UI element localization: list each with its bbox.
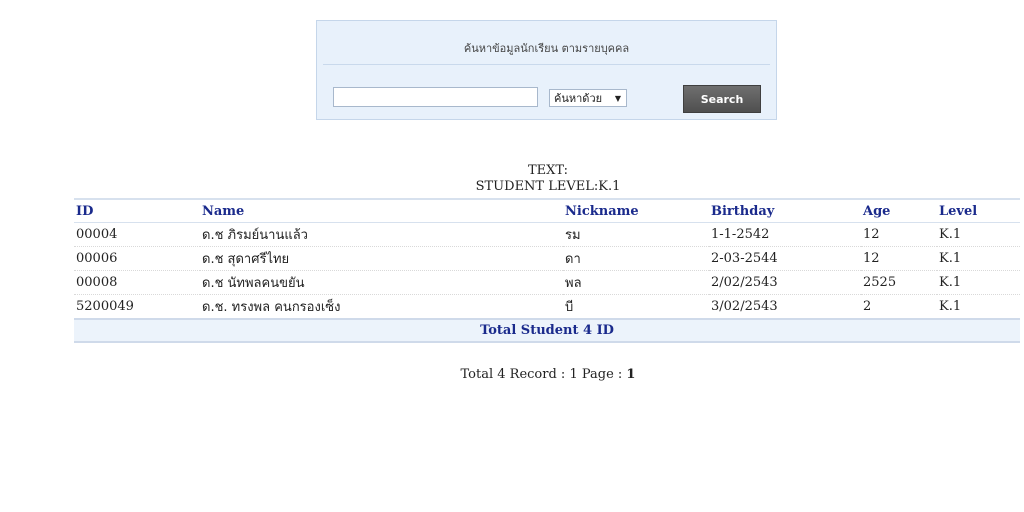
search-panel-title: ค้นหาข้อมูลนักเรียน ตามรายบุคคล xyxy=(463,42,630,55)
cell-age: 12 xyxy=(861,246,937,271)
column-header-age: Age xyxy=(861,198,937,223)
cell-level: K.1 xyxy=(937,246,1020,271)
cell-id: 5200049 xyxy=(74,294,200,320)
total-student-count: Total Student 4 ID xyxy=(74,318,1020,343)
cell-nickname: พล xyxy=(563,270,709,295)
cell-age: 12 xyxy=(861,222,937,247)
cell-name: ด.ช ภิรมย์นานแล้ว xyxy=(200,222,563,247)
cell-birthday: 2-03-2544 xyxy=(709,246,861,271)
students-table: ID Name Nickname Birthday Age Level 0000… xyxy=(74,198,1020,343)
cell-id: 00004 xyxy=(74,222,200,247)
cell-nickname: ดา xyxy=(563,246,709,271)
column-header-id: ID xyxy=(74,198,200,223)
cell-name: ด.ช นัทพลคนขยัน xyxy=(200,270,563,295)
column-header-nickname: Nickname xyxy=(563,198,709,223)
caption-text: TEXT: xyxy=(527,163,568,178)
cell-birthday: 3/02/2543 xyxy=(709,294,861,320)
cell-age: 2 xyxy=(861,294,937,320)
search-divider xyxy=(323,64,770,65)
table-row: 5200049 ด.ช. ทรงพล คนกรองเซ็ง บี 3/02/25… xyxy=(74,294,1020,320)
cell-level: K.1 xyxy=(937,222,1020,247)
caption-level: STUDENT LEVEL:K.1 xyxy=(475,179,621,194)
chevron-down-icon: ▼ xyxy=(614,93,621,103)
table-total-row: Total Student 4 ID xyxy=(74,318,1020,343)
cell-birthday: 1-1-2542 xyxy=(709,222,861,247)
column-header-name: Name xyxy=(200,198,563,223)
cell-nickname: บี xyxy=(563,294,709,320)
table-row: 00008 ด.ช นัทพลคนขยัน พล 2/02/2543 2525 … xyxy=(74,270,1020,295)
column-header-birthday: Birthday xyxy=(709,198,861,223)
search-by-select[interactable]: ค้นหาด้วย ▼ xyxy=(549,89,627,107)
cell-name: ด.ช. ทรงพล คนกรองเซ็ง xyxy=(200,294,563,320)
cell-id: 00006 xyxy=(74,246,200,271)
cell-level: K.1 xyxy=(937,294,1020,320)
table-row: 00004 ด.ช ภิรมย์นานแล้ว รม 1-1-2542 12 K… xyxy=(74,222,1020,247)
cell-name: ด.ช สุดาศรีไทย xyxy=(200,246,563,271)
cell-nickname: รม xyxy=(563,222,709,247)
pagination-current-page[interactable]: 1 xyxy=(626,367,635,382)
table-header-row: ID Name Nickname Birthday Age Level xyxy=(74,198,1020,223)
table-row: 00006 ด.ช สุดาศรีไทย ดา 2-03-2544 12 K.1 xyxy=(74,246,1020,271)
search-panel: ค้นหาข้อมูลนักเรียน ตามรายบุคคล ค้นหาด้ว… xyxy=(316,20,777,120)
search-input[interactable] xyxy=(333,87,538,107)
cell-age: 2525 xyxy=(861,270,937,295)
search-by-select-value: ค้นหาด้วย xyxy=(554,92,603,105)
pagination-summary: Total 4 Record : 1 Page : 1 xyxy=(0,367,1024,382)
cell-level: K.1 xyxy=(937,270,1020,295)
search-button[interactable]: Search xyxy=(683,85,761,113)
cell-id: 00008 xyxy=(74,270,200,295)
pagination-text: Total 4 Record : 1 Page : xyxy=(460,367,627,382)
column-header-level: Level xyxy=(937,198,1020,223)
cell-birthday: 2/02/2543 xyxy=(709,270,861,295)
